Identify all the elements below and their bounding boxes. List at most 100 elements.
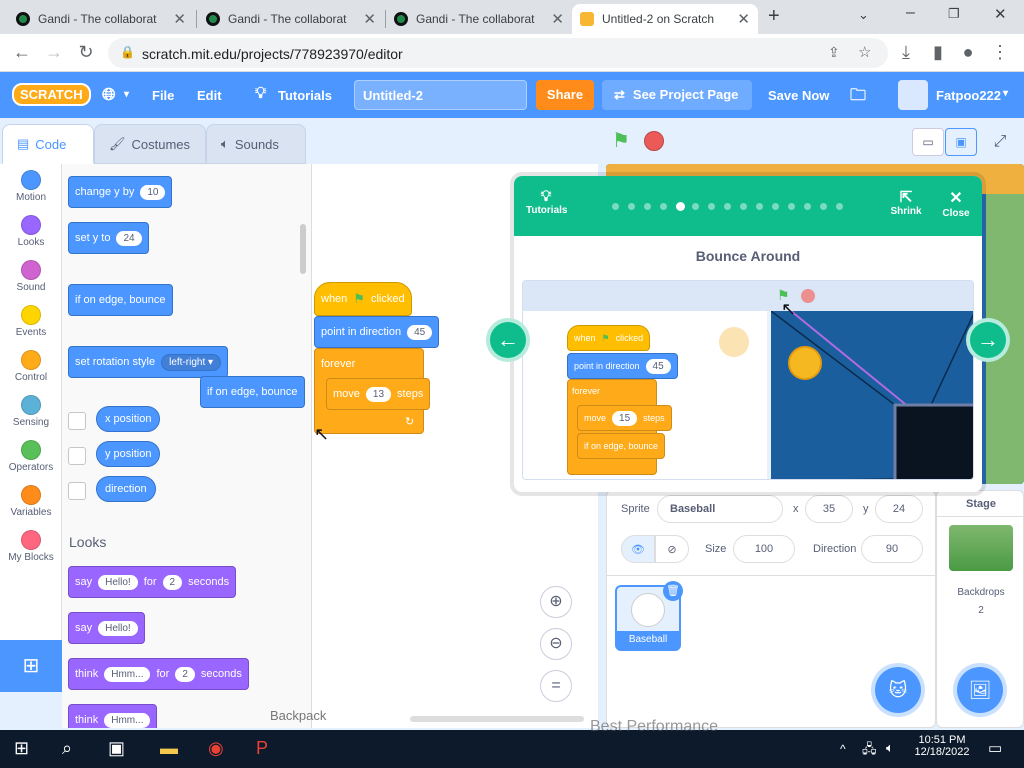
windows-start-icon[interactable]: ⊞ [14, 738, 29, 759]
close-button[interactable]: ✕ Close [938, 188, 974, 219]
step-dot[interactable] [644, 203, 651, 210]
hide-eye-icon[interactable]: ⊘ [655, 535, 689, 563]
close-tab-icon[interactable]: ✕ [363, 10, 376, 28]
tutorial-video[interactable]: ⚑ when ⚑ clicked point in direction 45 fore… [522, 280, 974, 480]
number-input[interactable]: 2 [175, 666, 195, 682]
step-dot[interactable] [660, 203, 667, 210]
delete-trash-icon[interactable]: 🗑︎ [663, 581, 683, 601]
address-bar[interactable]: 🔒 scratch.mit.edu/projects/778923970/edi… [108, 38, 888, 68]
shrink-button[interactable]: ⇱ Shrink [886, 188, 926, 217]
block-when-flag-clicked[interactable]: when ⚑ clicked [314, 282, 412, 316]
zoom-in-button[interactable]: ⊕ [540, 586, 572, 618]
category-events[interactable]: Events [0, 305, 62, 338]
step-dot[interactable] [612, 203, 619, 210]
language-globe-icon[interactable]: 🌐︎ [102, 85, 116, 105]
step-dot[interactable] [820, 203, 827, 210]
sprite-y-input[interactable]: 24 [875, 495, 923, 523]
restore-icon[interactable]: ❐ [948, 6, 960, 22]
lock-icon[interactable]: 🔒 [120, 45, 135, 59]
backdrop-thumbnail[interactable] [949, 525, 1013, 571]
step-dot[interactable] [804, 203, 811, 210]
block-set-y[interactable]: set y to 24 [68, 222, 149, 254]
chevron-down-icon[interactable]: ▾ [1003, 88, 1008, 99]
browser-tab[interactable]: Gandi - The collaborat ✕ [386, 4, 572, 34]
checkbox[interactable] [68, 412, 86, 430]
block-say[interactable]: say Hello! [68, 612, 145, 644]
sprite-direction-input[interactable]: 90 [861, 535, 923, 563]
my-stuff-folder-icon[interactable]: 🗀 [850, 84, 866, 111]
browser-tab[interactable]: Gandi - The collaborat ✕ [8, 4, 194, 34]
close-tab-icon[interactable]: ✕ [737, 10, 750, 28]
category-sound[interactable]: Sound [0, 260, 62, 293]
search-icon[interactable]: ⌕ [62, 738, 72, 759]
step-dot[interactable] [724, 203, 731, 210]
number-input[interactable]: 2 [162, 574, 183, 590]
clock[interactable]: 10:51 PM 12/18/2022 [910, 734, 974, 758]
step-dot[interactable] [756, 203, 763, 210]
category-my-blocks[interactable]: My Blocks [0, 530, 62, 563]
step-dot[interactable] [788, 203, 795, 210]
category-control[interactable]: Control [0, 350, 62, 383]
next-step-button[interactable]: → [966, 318, 1010, 362]
tutorials-button[interactable]: 💡︎ Tutorials [526, 188, 567, 216]
block-set-rotation-style[interactable]: set rotation style left-right ▾ [68, 346, 229, 378]
step-dot[interactable] [772, 203, 779, 210]
file-menu[interactable]: File [152, 88, 174, 103]
horizontal-scrollbar[interactable] [410, 716, 584, 722]
block-move-steps[interactable]: move 13 steps [326, 378, 431, 410]
sprite-name-input[interactable]: Baseball [657, 495, 783, 523]
download-icon[interactable]: ⤓ [896, 42, 916, 63]
small-stage-icon[interactable]: ▭ [912, 128, 944, 156]
text-input[interactable]: Hmm... [104, 712, 151, 728]
category-variables[interactable]: Variables [0, 485, 62, 518]
reload-icon[interactable]: ↻ [76, 42, 96, 63]
text-input[interactable]: Hello! [98, 574, 138, 590]
text-input[interactable]: Hello! [98, 620, 138, 636]
tab-search-icon[interactable]: ⌄ [858, 7, 869, 23]
chrome-icon[interactable]: ◉ [208, 738, 224, 759]
share-page-icon[interactable]: ⇪ [828, 44, 840, 61]
share-button[interactable]: Share [536, 80, 594, 110]
step-dot[interactable] [740, 203, 747, 210]
block-change-y[interactable]: change y by 10 [68, 176, 173, 208]
browser-tab[interactable]: Gandi - The collaborat ✕ [198, 4, 384, 34]
username[interactable]: Fatpoo222 [936, 88, 1001, 103]
block-if-on-edge-bounce[interactable]: if on edge, bounce [68, 284, 173, 316]
step-dot[interactable] [708, 203, 715, 210]
network-icon[interactable]: 🖧︎ [862, 740, 877, 762]
block-think-for-seconds[interactable]: think Hmm... for 2 seconds [68, 658, 249, 690]
number-input[interactable]: 24 [116, 230, 142, 246]
project-title-input[interactable]: Untitled-2 [354, 80, 527, 110]
dragging-block-if-on-edge-bounce[interactable]: if on edge, bounce [200, 376, 305, 408]
category-sensing[interactable]: Sensing [0, 395, 62, 428]
menu-kebab-icon[interactable]: ⋮ [990, 42, 1010, 63]
block-say-for-seconds[interactable]: say Hello! for 2 seconds [68, 566, 237, 598]
zoom-reset-button[interactable]: = [540, 670, 572, 702]
minimize-icon[interactable]: – [906, 4, 915, 22]
step-dot-current[interactable] [676, 202, 685, 211]
number-input[interactable]: 45 [407, 324, 433, 340]
reporter-direction[interactable]: direction [96, 476, 156, 502]
number-input[interactable]: 13 [365, 386, 392, 402]
tutorials-menu[interactable]: Tutorials [278, 88, 332, 103]
back-icon[interactable]: ← [12, 42, 32, 63]
block-think[interactable]: think Hmm... [68, 704, 158, 728]
bookmark-star-icon[interactable]: ☆ [858, 43, 871, 61]
backpack-label[interactable]: Backpack [270, 708, 326, 723]
file-explorer-icon[interactable]: ▬ [160, 738, 178, 759]
sprite-size-input[interactable]: 100 [733, 535, 795, 563]
show-eye-icon[interactable]: 👁︎ [621, 535, 655, 563]
previous-step-button[interactable]: ← [486, 318, 530, 362]
browser-tab-active[interactable]: Untitled-2 on Scratch ✕ [572, 4, 758, 34]
new-tab-icon[interactable]: + [768, 5, 780, 28]
checkbox[interactable] [68, 482, 86, 500]
large-stage-icon[interactable]: ▣ [945, 128, 977, 156]
step-dot[interactable] [836, 203, 843, 210]
fullscreen-icon[interactable]: ⤢ [986, 128, 1014, 156]
tab-costumes[interactable]: 🖌︎ Costumes [94, 124, 206, 164]
number-input[interactable]: 10 [140, 184, 166, 200]
app-p-icon[interactable]: P [256, 738, 268, 759]
step-dot[interactable] [692, 203, 699, 210]
forward-icon[interactable]: → [44, 42, 64, 63]
reporter-x-position[interactable]: x position [96, 406, 161, 432]
